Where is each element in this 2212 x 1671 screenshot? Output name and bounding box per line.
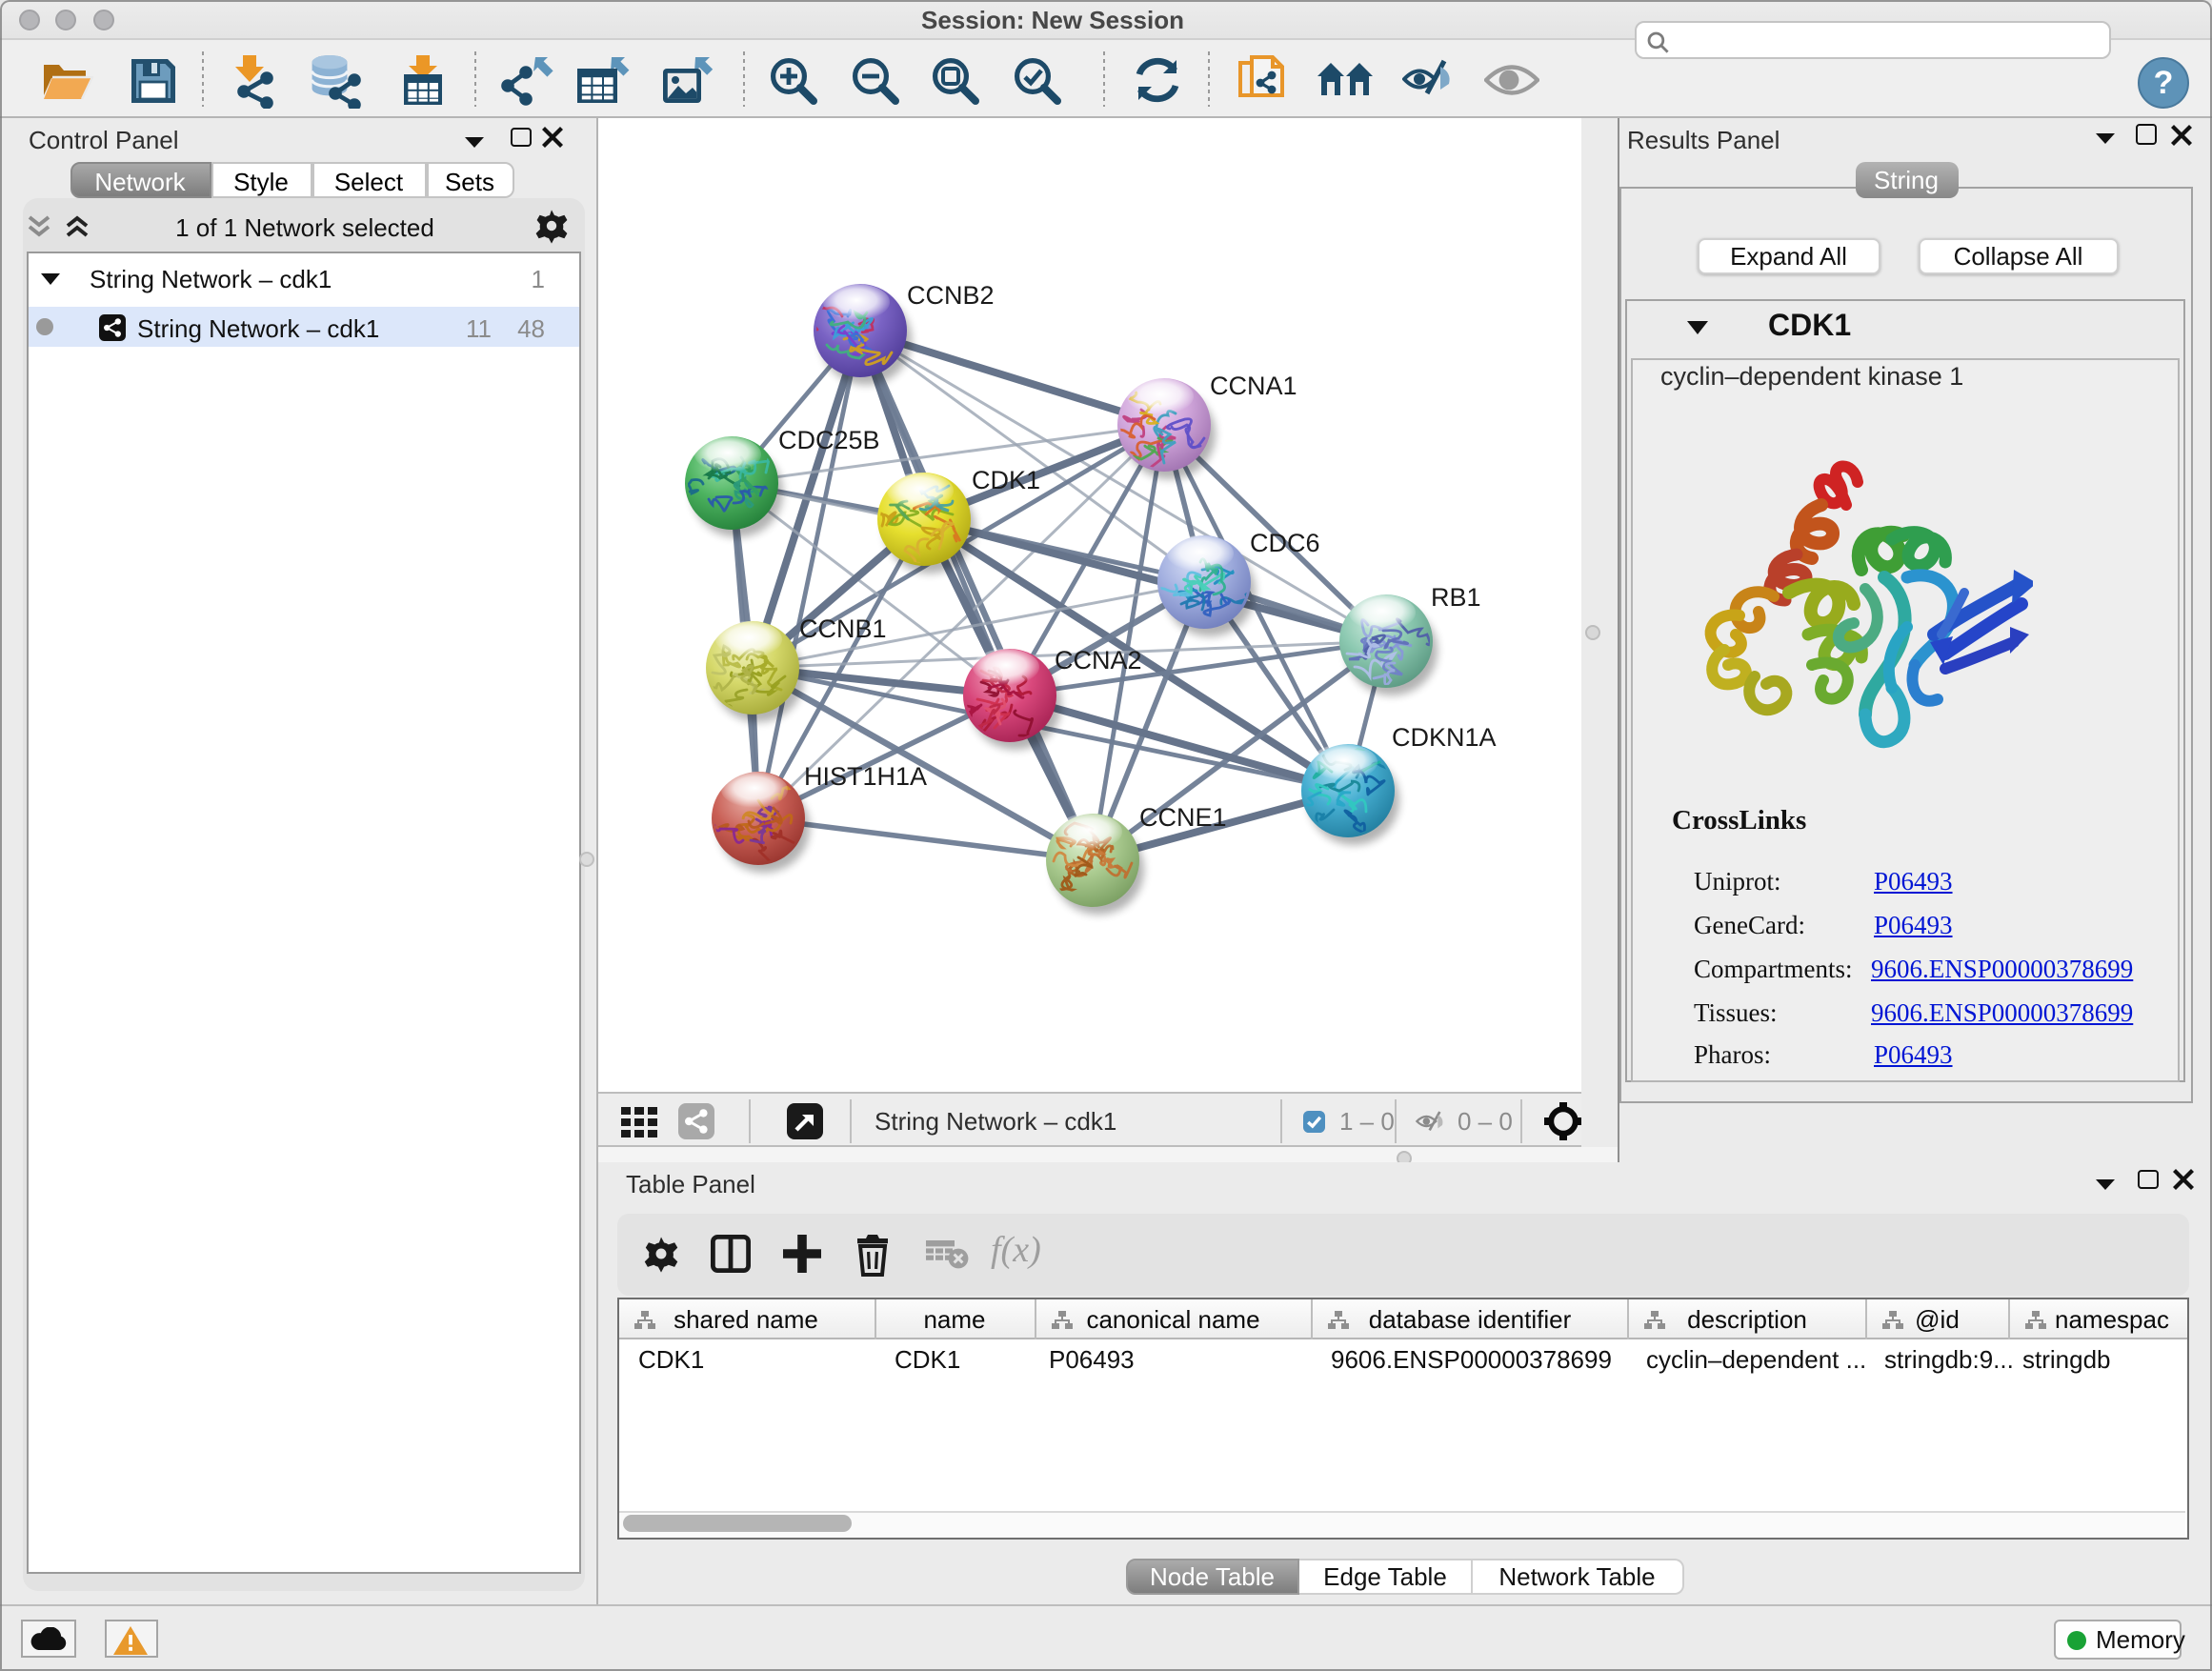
svg-text:CCNB1: CCNB1 [799,614,887,643]
svg-text:CCNB2: CCNB2 [907,281,995,310]
svg-text:CDC6: CDC6 [1250,529,1320,557]
svg-text:CDC25B: CDC25B [778,426,880,454]
svg-text:HIST1H1A: HIST1H1A [804,762,927,791]
svg-text:CCNE1: CCNE1 [1139,803,1227,832]
svg-text:RB1: RB1 [1431,583,1481,612]
svg-text:CCNA1: CCNA1 [1210,372,1297,400]
svg-text:CDK1: CDK1 [972,466,1040,494]
svg-text:CCNA2: CCNA2 [1055,646,1142,674]
svg-text:CDKN1A: CDKN1A [1392,723,1497,752]
